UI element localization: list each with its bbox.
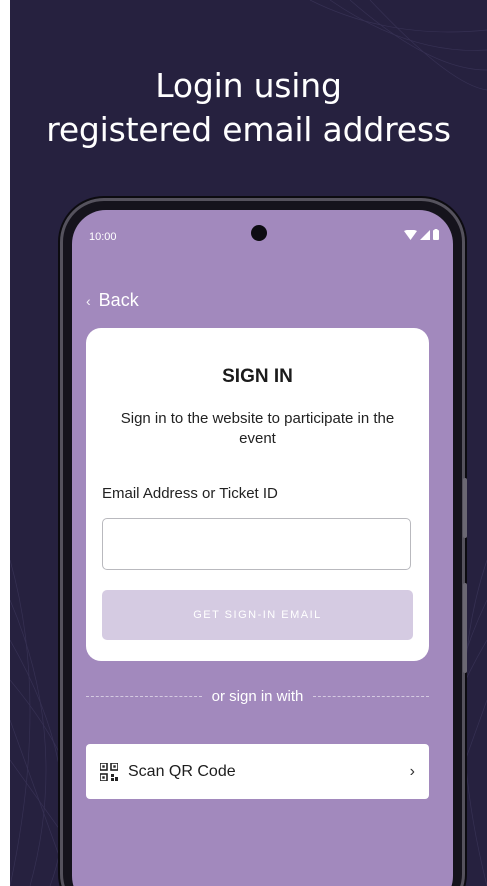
signin-card: SIGN IN Sign in to the website to partic… — [86, 328, 429, 661]
email-field[interactable] — [102, 518, 411, 570]
headline-line-1: Login using — [155, 66, 342, 105]
headline: Login using registered email address — [10, 64, 487, 152]
alt-signin-divider: or sign in with — [86, 688, 429, 705]
phone-side-button — [463, 583, 467, 673]
divider-line-left — [86, 696, 202, 697]
signal-icon — [420, 229, 430, 240]
headline-line-2: registered email address — [46, 110, 451, 149]
front-camera — [251, 225, 267, 241]
phone-frame: 10:00 ‹ Back SIGN IN Sign in to the webs… — [60, 198, 467, 886]
card-subtitle: Sign in to the website to participate in… — [120, 410, 395, 447]
email-field-label: Email Address or Ticket ID — [102, 485, 278, 502]
divider-line-right — [313, 696, 429, 697]
divider-text: or sign in with — [211, 688, 304, 705]
status-time: 10:00 — [89, 231, 117, 243]
phone-screen: 10:00 ‹ Back SIGN IN Sign in to the webs… — [72, 210, 453, 886]
battery-icon — [433, 229, 439, 240]
card-title: SIGN IN — [222, 366, 293, 387]
qr-code-icon — [100, 762, 118, 781]
phone-side-button — [463, 478, 467, 538]
get-signin-email-button[interactable]: GET SIGN-IN EMAIL — [102, 590, 413, 640]
chevron-left-icon: ‹ — [86, 292, 91, 309]
back-button[interactable]: ‹ Back — [86, 290, 139, 311]
promo-canvas: Login using registered email address 10:… — [10, 0, 487, 886]
scan-qr-button[interactable]: Scan QR Code › — [86, 744, 429, 799]
chevron-right-icon: › — [409, 762, 415, 780]
status-bar: 10:00 — [72, 210, 453, 254]
back-label: Back — [98, 290, 139, 310]
wifi-icon — [404, 229, 417, 240]
scan-qr-label: Scan QR Code — [128, 762, 236, 780]
status-icons — [404, 229, 439, 240]
